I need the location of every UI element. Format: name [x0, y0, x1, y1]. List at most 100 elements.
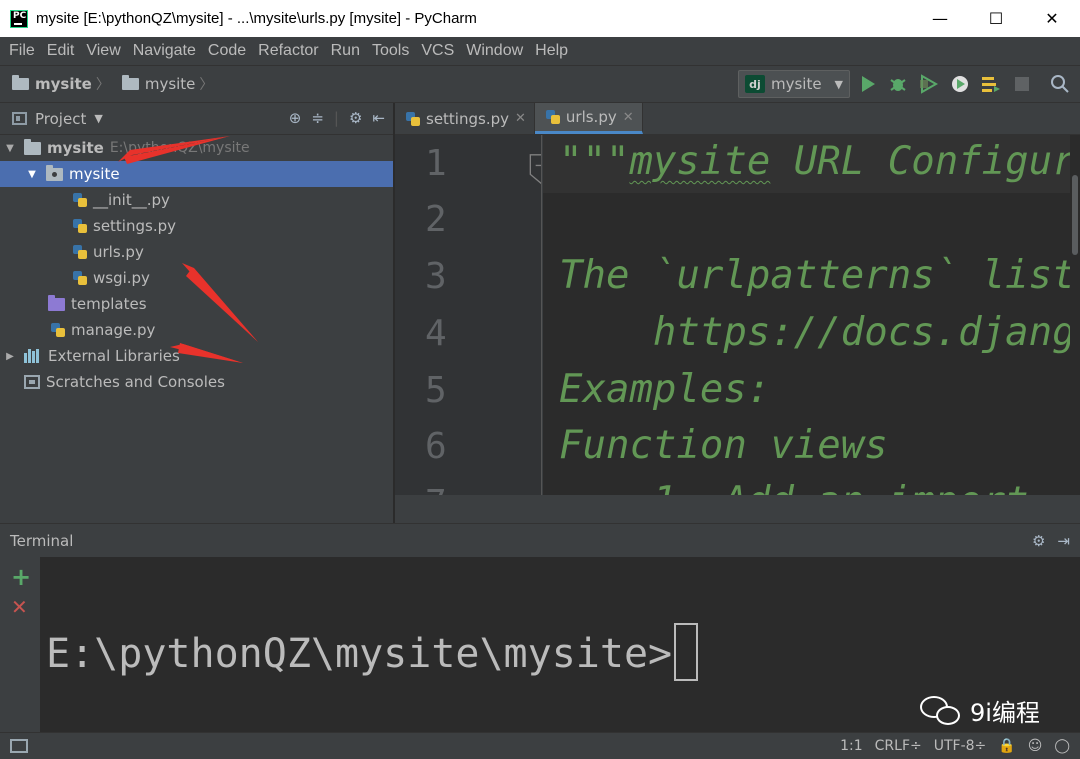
window-title: mysite [E:\pythonQZ\mysite] - ...\mysite… — [36, 10, 477, 27]
close-session-icon[interactable]: ✕ — [11, 595, 28, 619]
tool-windows-icon[interactable] — [10, 739, 28, 753]
file-encoding[interactable]: UTF-8÷ — [934, 738, 987, 754]
debug-button[interactable] — [888, 74, 908, 94]
tree-item-templates[interactable]: templates — [0, 291, 393, 317]
profile-button[interactable] — [950, 74, 970, 94]
breadcrumb-child[interactable]: mysite 〉 — [121, 74, 213, 94]
minimize-button[interactable]: — — [912, 0, 968, 37]
project-path: E:\pythonQZ\mysite — [109, 140, 250, 156]
python-file-icon — [72, 218, 88, 234]
line-number: 5 — [425, 370, 447, 411]
tree-item-init[interactable]: __init__.py — [0, 187, 393, 213]
run-button[interactable] — [858, 74, 878, 94]
run-configuration-select[interactable]: dj mysite ▼ — [738, 70, 850, 98]
line-separator[interactable]: CRLF÷ — [875, 738, 922, 754]
tab-label: urls.py — [565, 108, 617, 126]
editor-scrollbar[interactable] — [1070, 135, 1080, 495]
menu-edit[interactable]: Edit — [42, 42, 80, 60]
python-file-icon — [405, 111, 421, 127]
code-line-5: Examples: — [559, 367, 771, 412]
menu-help[interactable]: Help — [530, 42, 573, 60]
code-line-1: """mysite URL Configuration — [559, 139, 1070, 184]
terminal-header: Terminal ⚙ ⇥ — [0, 523, 1080, 557]
breadcrumb-label: mysite — [144, 75, 196, 93]
project-tool-window: Project ▼ ⊕ ≑ | ⚙ ⇤ ▼ mysite E:\pythonQZ… — [0, 103, 393, 523]
templates-folder-icon — [48, 294, 65, 311]
tree-item-scratches[interactable]: Scratches and Consoles — [0, 369, 393, 395]
tree-item-external-libraries[interactable]: ▶ External Libraries — [0, 343, 393, 369]
tree-item-manage[interactable]: manage.py — [0, 317, 393, 343]
line-number: 6 — [425, 426, 447, 467]
stop-icon — [1015, 77, 1029, 91]
tab-settings-py[interactable]: settings.py ✕ — [395, 103, 535, 134]
new-session-icon[interactable]: + — [11, 563, 31, 591]
hide-panel-icon[interactable]: ⇥ — [1057, 532, 1070, 550]
line-number: 2 — [425, 199, 447, 240]
menu-view[interactable]: View — [81, 42, 125, 60]
library-icon — [24, 349, 42, 363]
code-line-3: The `urlpatterns` list routes URLs to vi… — [559, 253, 1070, 298]
status-items: 1:1 CRLF÷ UTF-8÷ 🔒 ☺ ◯ — [840, 738, 1070, 754]
scrollbar-thumb[interactable] — [1072, 175, 1078, 255]
menu-run[interactable]: Run — [326, 42, 365, 60]
code-editor[interactable]: """mysite URL Configuration The `urlpatt… — [543, 135, 1070, 495]
collapse-all-icon[interactable]: ≑ — [311, 109, 324, 127]
gear-icon[interactable]: ⚙ — [349, 109, 362, 127]
close-tab-icon[interactable]: ✕ — [623, 110, 634, 125]
menu-window[interactable]: Window — [461, 42, 528, 60]
run-icon — [862, 76, 875, 92]
expanded-arrow-icon[interactable]: ▼ — [26, 169, 38, 180]
tree-item-label: External Libraries — [48, 347, 180, 365]
menu-file[interactable]: File — [4, 42, 40, 60]
inspector-icon[interactable]: ☺ — [1028, 738, 1043, 754]
terminal-scrollbar[interactable] — [1070, 557, 1080, 732]
caret-position[interactable]: 1:1 — [840, 738, 863, 754]
stop-button[interactable] — [1012, 74, 1032, 94]
folder-icon — [24, 138, 41, 155]
chevron-down-icon[interactable]: ▼ — [94, 112, 102, 125]
project-view-selector[interactable]: Project — [35, 110, 86, 128]
tree-item-label: templates — [71, 295, 147, 313]
project-panel-tools: ⊕ ≑ | ⚙ ⇤ — [289, 109, 385, 127]
tab-urls-py[interactable]: urls.py ✕ — [534, 103, 643, 134]
close-tab-icon[interactable]: ✕ — [515, 111, 526, 126]
maximize-button[interactable]: ☐ — [968, 0, 1024, 37]
tree-item-root[interactable]: ▼ mysite E:\pythonQZ\mysite — [0, 135, 393, 161]
spelling-warning-word: mysite — [629, 139, 771, 184]
terminal-output[interactable]: E:\pythonQZ\mysite\mysite> — [40, 557, 1070, 732]
search-everywhere-button[interactable] — [1050, 74, 1070, 94]
gear-icon[interactable]: ⚙ — [1032, 532, 1045, 550]
locate-file-icon[interactable]: ⊕ — [289, 109, 302, 127]
run-coverage-button[interactable] — [918, 74, 938, 94]
code-fold-icon[interactable] — [527, 153, 542, 185]
tree-item-urls[interactable]: urls.py — [0, 239, 393, 265]
hide-panel-icon[interactable]: ⇤ — [372, 109, 385, 127]
menu-vcs[interactable]: VCS — [416, 42, 459, 60]
line-number: 1 — [425, 143, 447, 184]
collapsed-arrow-icon[interactable]: ▶ — [4, 351, 16, 362]
expanded-arrow-icon[interactable]: ▼ — [4, 143, 16, 154]
project-panel-header: Project ▼ ⊕ ≑ | ⚙ ⇤ — [0, 103, 393, 135]
breadcrumb-root[interactable]: mysite 〉 — [12, 74, 110, 94]
concurrency-button[interactable] — [980, 74, 1000, 94]
separator-icon: | — [333, 109, 339, 127]
menu-refactor[interactable]: Refactor — [253, 42, 323, 60]
python-file-icon — [545, 109, 561, 125]
tree-item-settings[interactable]: settings.py — [0, 213, 393, 239]
event-log-icon[interactable]: ◯ — [1054, 738, 1070, 754]
menu-navigate[interactable]: Navigate — [128, 42, 201, 60]
python-file-icon — [72, 270, 88, 286]
tree-item-wsgi[interactable]: wsgi.py — [0, 265, 393, 291]
django-icon: dj — [745, 75, 765, 93]
tree-item-label: Scratches and Consoles — [46, 373, 225, 391]
tree-item-label: urls.py — [93, 243, 144, 261]
window-controls: — ☐ ✕ — [912, 0, 1080, 37]
menu-tools[interactable]: Tools — [367, 42, 414, 60]
tree-item-mysite-package[interactable]: ▼ mysite — [0, 161, 393, 187]
menu-code[interactable]: Code — [203, 42, 251, 60]
tab-label: settings.py — [426, 109, 509, 128]
lock-icon[interactable]: 🔒 — [998, 738, 1015, 754]
code-line-7: 1. Add an import — [559, 479, 1029, 495]
close-window-button[interactable]: ✕ — [1024, 0, 1080, 37]
folder-icon — [12, 75, 29, 90]
